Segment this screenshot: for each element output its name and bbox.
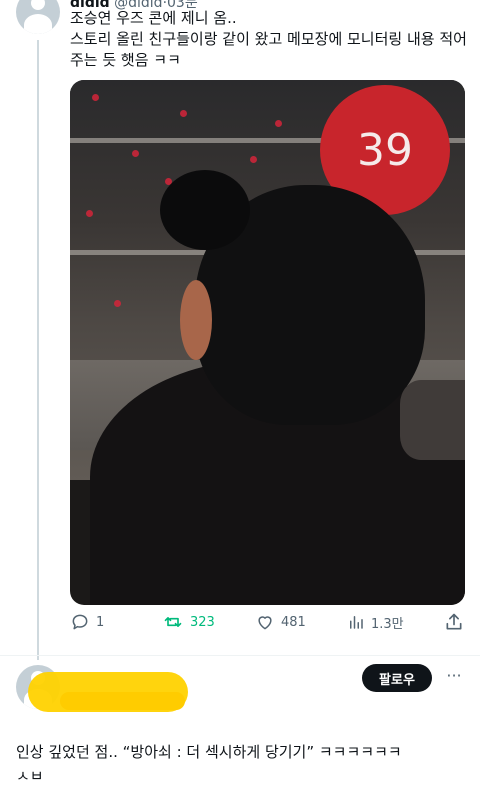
share-button[interactable] — [444, 612, 464, 632]
tweet-thread: didid @didid·03분 조승연 우즈 콘에 제니 옴.. 스토리 올린… — [0, 0, 480, 799]
reply-line: 인상 깊었던 점.. “방아쇠 : 더 섹시하게 당기기” ㅋㅋㅋㅋㅋㅋ — [16, 743, 402, 761]
cap — [160, 170, 250, 250]
lightstick-dot — [250, 156, 257, 163]
lightstick-dot — [275, 120, 282, 127]
arm — [400, 380, 465, 460]
thread-line — [37, 40, 39, 660]
lightstick-dot — [86, 210, 93, 217]
ear — [180, 280, 212, 360]
avatar-head — [31, 0, 45, 10]
retweet-count: 323 — [190, 614, 215, 630]
lightstick-dot — [180, 110, 187, 117]
follow-button[interactable]: 팔로우 — [362, 664, 432, 692]
tweet-text: 조승연 우즈 콘에 제니 옴.. 스토리 올린 친구들이랑 같이 왔고 메모장에… — [70, 8, 470, 71]
name-redaction — [60, 692, 185, 710]
lightstick-dot — [114, 300, 121, 307]
views-button[interactable]: 1.3만 — [347, 612, 404, 632]
tweet-actions: 1 323 481 1.3만 — [70, 612, 465, 636]
lightstick-dot — [92, 94, 99, 101]
lightstick-dot — [132, 150, 139, 157]
divider — [0, 655, 480, 656]
retweet-button[interactable]: 323 — [162, 612, 215, 632]
tweet-photo[interactable]: 39 — [70, 80, 465, 605]
avatar[interactable] — [16, 0, 60, 34]
reply-line: ㅅㅂ — [16, 767, 44, 785]
avatar-body — [24, 14, 52, 34]
like-count: 481 — [281, 614, 306, 630]
reply-button[interactable]: 1 — [70, 612, 104, 632]
tweet-line: 주는 듯 햇음 ㅋㅋ — [70, 51, 181, 69]
reply-icon — [72, 614, 88, 630]
more-options-icon[interactable]: ··· — [444, 668, 464, 688]
tweet-line: 스토리 올린 친구들이랑 같이 왔고 메모장에 모니터링 내용 적어 — [70, 30, 467, 48]
like-button[interactable]: 481 — [255, 612, 306, 632]
reply-text: 인상 깊었던 점.. “방아쇠 : 더 섹시하게 당기기” ㅋㅋㅋㅋㅋㅋ ㅅㅂ — [16, 740, 471, 788]
reply-count: 1 — [96, 614, 105, 630]
tweet-line: 조승연 우즈 콘에 제니 옴.. — [70, 9, 237, 27]
views-count: 1.3만 — [371, 616, 404, 632]
share-icon — [446, 613, 462, 630]
views-icon — [350, 616, 363, 629]
heart-icon — [258, 616, 272, 630]
retweet-icon — [164, 617, 182, 627]
